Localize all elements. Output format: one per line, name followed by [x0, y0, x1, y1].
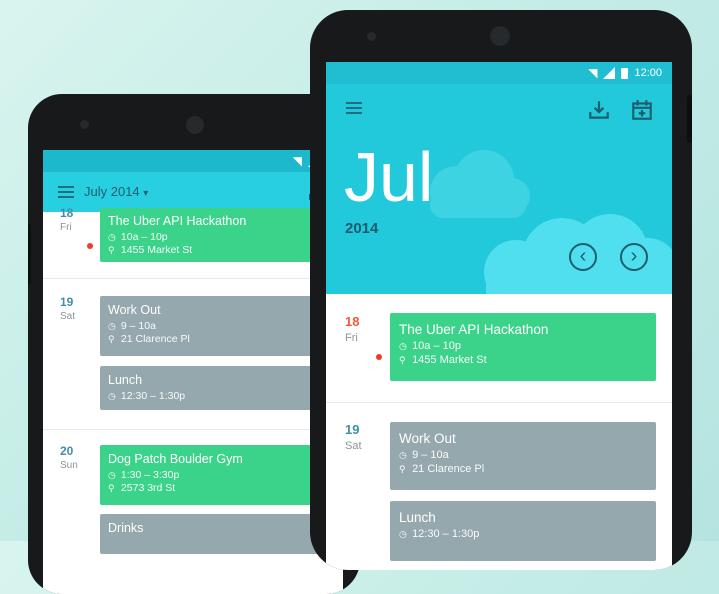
- day-number: 19: [345, 422, 360, 437]
- month-selector[interactable]: July 2014 ▾: [84, 184, 148, 199]
- event-title: Dog Patch Boulder Gym: [108, 452, 243, 466]
- menu-icon[interactable]: [58, 186, 74, 198]
- right-phone: ◥ 12:00 Jul 2014 ‹ › 18 Fri The Uber API…: [310, 10, 692, 570]
- next-month-button[interactable]: ›: [620, 243, 648, 271]
- event-time: 1:30 – 3:30p: [120, 469, 180, 481]
- day-number: 18: [345, 314, 360, 329]
- event-time: 9 – 10a: [120, 320, 156, 332]
- calendar-hero: ◥ 12:00 Jul 2014 ‹ ›: [326, 62, 672, 294]
- left-toolbar: July 2014 ▾: [43, 172, 343, 212]
- current-time-dot: [376, 354, 382, 360]
- event-time: 9 – 10a: [412, 449, 449, 461]
- clock-icon: ◷: [108, 470, 116, 480]
- event-location: 1455 Market St: [412, 354, 487, 366]
- wifi-icon: ◥: [588, 66, 598, 80]
- right-phone-camera: [490, 26, 510, 46]
- event-title: Lunch: [399, 510, 436, 525]
- menu-icon[interactable]: [346, 102, 362, 114]
- day-weekday: Sat: [345, 440, 362, 452]
- signal-icon: [603, 67, 616, 79]
- hero-month: Jul: [344, 138, 434, 216]
- clock-icon: ◷: [108, 321, 116, 331]
- event-title: Lunch: [108, 373, 143, 387]
- event-card[interactable]: The Uber API Hackathon ◷ 10a – 10p ⚲ 145…: [100, 208, 343, 262]
- event-title: Work Out: [108, 303, 161, 317]
- day-weekday: Fri: [345, 332, 358, 344]
- left-phone-sensor: [80, 120, 89, 129]
- chevron-right-icon: ›: [630, 245, 638, 267]
- event-location: 1455 Market St: [120, 244, 193, 256]
- clock-icon: ◷: [108, 232, 116, 242]
- battery-icon: [621, 67, 629, 79]
- location-pin-icon: ⚲: [399, 355, 406, 365]
- event-location: 21 Clarence Pl: [412, 463, 485, 475]
- right-phone-sensor: [367, 32, 376, 41]
- right-agenda-list: 18 Fri The Uber API Hackathon ◷ 10a – 10…: [326, 294, 672, 570]
- day-weekday: Sun: [60, 460, 78, 471]
- event-time: 12:30 – 1:30p: [120, 390, 186, 402]
- hero-year: 2014: [345, 220, 379, 237]
- day-divider: [326, 402, 672, 403]
- right-status-bar: ◥ 12:00: [326, 62, 672, 84]
- day-number: 18: [60, 206, 74, 220]
- day-number: 20: [60, 444, 74, 458]
- chevron-down-icon: ▾: [143, 188, 149, 199]
- event-card[interactable]: Work Out ◷ 9 – 10a ⚲ 21 Clarence Pl: [100, 296, 343, 356]
- day-divider: [43, 278, 343, 279]
- month-selector-label: July 2014: [84, 184, 140, 199]
- right-screen: ◥ 12:00 Jul 2014 ‹ › 18 Fri The Uber API…: [326, 62, 672, 570]
- event-card[interactable]: Drinks: [100, 514, 343, 554]
- event-time: 12:30 – 1:30p: [412, 528, 480, 540]
- left-phone-camera: [186, 116, 204, 134]
- add-event-icon[interactable]: [630, 98, 654, 122]
- event-card[interactable]: Lunch ◷ 12:30 – 1:30p: [100, 366, 343, 410]
- clock-icon: ◷: [399, 529, 407, 539]
- wifi-icon: ◥: [292, 154, 302, 168]
- event-location: 2573 3rd St: [120, 482, 176, 494]
- left-agenda-list: 18 Fri The Uber API Hackathon ◷ 10a – 10…: [43, 206, 343, 594]
- download-icon[interactable]: [587, 98, 611, 122]
- event-title: The Uber API Hackathon: [108, 214, 247, 228]
- clock-icon: ◷: [108, 391, 116, 401]
- day-divider: [43, 429, 343, 430]
- left-status-bar: ◥: [43, 150, 343, 172]
- event-location: 21 Clarence Pl: [120, 333, 190, 345]
- current-time-dot: [87, 243, 93, 249]
- event-card[interactable]: Lunch ◷ 12:30 – 1:30p: [390, 501, 656, 561]
- location-pin-icon: ⚲: [399, 464, 406, 474]
- day-number: 19: [60, 295, 74, 309]
- location-pin-icon: ⚲: [108, 483, 115, 493]
- event-card[interactable]: Dog Patch Boulder Gym ◷ 1:30 – 3:30p ⚲ 2…: [100, 445, 343, 505]
- event-title: Drinks: [108, 521, 144, 535]
- day-weekday: Fri: [60, 222, 72, 233]
- event-card[interactable]: Work Out ◷ 9 – 10a ⚲ 21 Clarence Pl: [390, 422, 656, 490]
- right-phone-side-button: [687, 95, 692, 143]
- day-weekday: Sat: [60, 311, 76, 322]
- event-time: 10a – 10p: [412, 340, 461, 352]
- clock-icon: ◷: [399, 450, 407, 460]
- clock-icon: ◷: [399, 341, 407, 351]
- left-screen: ◥ July 2014 ▾ 18 Fri The Uber API Hackat…: [43, 150, 343, 594]
- location-pin-icon: ⚲: [108, 334, 115, 344]
- location-pin-icon: ⚲: [108, 245, 115, 255]
- left-phone-side-button: [28, 224, 31, 284]
- status-time: 12:00: [634, 67, 662, 79]
- event-title: The Uber API Hackathon: [399, 322, 549, 337]
- event-time: 10a – 10p: [120, 231, 168, 243]
- prev-month-button[interactable]: ‹: [569, 243, 597, 271]
- event-card[interactable]: The Uber API Hackathon ◷ 10a – 10p ⚲ 145…: [390, 313, 656, 381]
- event-title: Work Out: [399, 431, 456, 446]
- chevron-left-icon: ‹: [579, 245, 587, 267]
